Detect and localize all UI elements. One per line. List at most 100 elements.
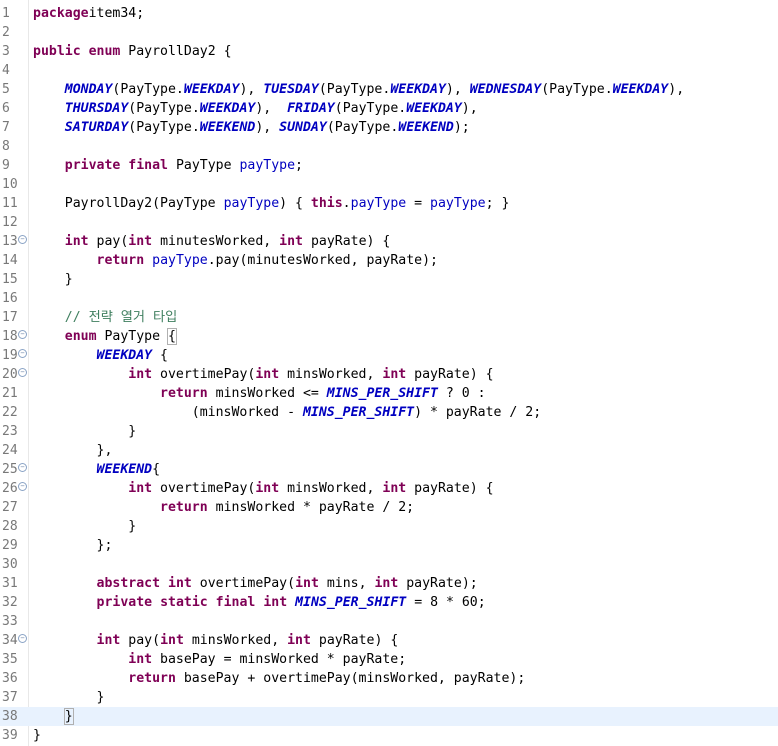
code-text[interactable]: abstract int overtimePay(int mins, int p… [33,574,478,593]
code-text[interactable]: (minsWorked - MINS_PER_SHIFT) * payRate … [33,403,541,422]
code-line[interactable]: 2 [0,23,778,42]
code-text[interactable]: int pay(int minsWorked, int payRate) { [33,631,399,650]
keyword-token: int [128,234,153,249]
code-line[interactable]: 11 PayrollDay2(PayType payType) { this.p… [0,194,778,213]
code-text[interactable]: public enum PayrollDay2 { [33,42,232,61]
code-text[interactable]: WEEKEND{ [33,460,161,479]
code-text[interactable]: THURSDAY(PayType.WEEKDAY), FRIDAY(PayTyp… [33,99,478,118]
collapse-icon[interactable]: − [18,330,27,339]
code-line[interactable]: 28 } [0,517,778,536]
code-line[interactable]: 33 [0,612,778,631]
code-line[interactable]: 38 } [0,707,778,726]
code-text[interactable]: } [33,707,74,726]
code-line[interactable]: 23 } [0,422,778,441]
code-line[interactable]: 6 THURSDAY(PayType.WEEKDAY), FRIDAY(PayT… [0,99,778,118]
code-text[interactable]: private final PayType payType; [33,156,303,175]
code-token: minsWorked, [279,367,383,382]
code-text[interactable]: int overtimePay(int minsWorked, int payR… [33,365,493,384]
code-line[interactable]: 34− int pay(int minsWorked, int payRate)… [0,631,778,650]
code-text[interactable]: MONDAY(PayType.WEEKDAY), TUESDAY(PayType… [33,80,684,99]
collapse-icon[interactable]: − [18,368,27,377]
code-line[interactable]: 30 [0,555,778,574]
code-line[interactable]: 10 [0,175,778,194]
code-text[interactable]: private static final int MINS_PER_SHIFT … [33,593,486,612]
code-text[interactable]: WEEKDAY { [33,346,168,365]
keyword-token: return [160,386,208,401]
line-number: 33 [2,614,18,629]
collapse-icon[interactable]: − [18,463,27,472]
code-text[interactable]: }, [33,441,113,460]
code-line[interactable]: 13− int pay(int minutesWorked, int payRa… [0,232,778,251]
code-line[interactable]: 16 [0,289,778,308]
code-text[interactable]: int pay(int minutesWorked, int payRate) … [33,232,391,251]
code-line[interactable]: 35 int basePay = minsWorked * payRate; [0,650,778,669]
collapse-icon[interactable]: − [18,482,27,491]
code-line[interactable]: 31 abstract int overtimePay(int mins, in… [0,574,778,593]
code-text[interactable]: } [33,726,41,745]
code-line[interactable]: 3 public enum PayrollDay2 { [0,42,778,61]
code-line[interactable]: 1 packageitem34; [0,4,778,23]
collapse-icon[interactable]: − [18,634,27,643]
code-line[interactable]: 29 }; [0,536,778,555]
collapse-icon[interactable]: − [18,349,27,358]
code-line[interactable]: 36 return basePay + overtimePay(minsWork… [0,669,778,688]
code-line[interactable]: 7 SATURDAY(PayType.WEEKEND), SUNDAY(PayT… [0,118,778,137]
code-line[interactable]: 9 private final PayType payType; [0,156,778,175]
code-line[interactable]: 4 [0,61,778,80]
code-text[interactable]: return minsWorked * payRate / 2; [33,498,414,517]
code-text[interactable]: enum PayType { [33,327,177,346]
code-token: .pay(minutesWorked, payRate); [207,253,438,268]
code-line[interactable]: 24 }, [0,441,778,460]
code-text[interactable]: return payType.pay(minutesWorked, payRat… [33,251,438,270]
code-text[interactable]: return minsWorked <= MINS_PER_SHIFT ? 0 … [33,384,486,403]
code-line[interactable]: 27 return minsWorked * payRate / 2; [0,498,778,517]
code-token: minsWorked, [183,633,288,648]
keyword-token: private [64,158,121,173]
code-line[interactable]: 26− int overtimePay(int minsWorked, int … [0,479,778,498]
code-text[interactable]: PayrollDay2(PayType payType) { this.payT… [33,194,510,213]
constant-token: MINS_PER_SHIFT [295,595,407,610]
collapse-icon[interactable]: − [18,235,27,244]
code-line[interactable]: 32 private static final int MINS_PER_SHI… [0,593,778,612]
code-text[interactable]: } [33,270,73,289]
code-line[interactable]: 17 // 전략 열거 타입 [0,308,778,327]
code-token: ) { [279,196,311,211]
code-token: (PayType. [334,101,407,116]
code-token: PayrollDay2(PayType [33,196,224,211]
code-line[interactable]: 14 return payType.pay(minutesWorked, pay… [0,251,778,270]
line-number: 15 [2,272,18,287]
code-line[interactable]: 20− int overtimePay(int minsWorked, int … [0,365,778,384]
code-line[interactable]: 15 } [0,270,778,289]
code-text[interactable]: SATURDAY(PayType.WEEKEND), SUNDAY(PayTyp… [33,118,470,137]
code-text[interactable]: int basePay = minsWorked * payRate; [33,650,406,669]
code-line[interactable]: 22 (minsWorked - MINS_PER_SHIFT) * payRa… [0,403,778,422]
code-text[interactable]: }; [33,536,113,555]
code-text[interactable]: } [33,688,105,707]
code-text[interactable]: packageitem34; [33,4,144,23]
code-line[interactable]: 37 } [0,688,778,707]
code-text[interactable]: int overtimePay(int minsWorked, int payR… [33,479,493,498]
code-line[interactable]: 21 return minsWorked <= MINS_PER_SHIFT ?… [0,384,778,403]
line-number: 17 [2,310,18,325]
code-token: payRate); [398,576,478,591]
constant-token: WEEKDAY [390,82,446,97]
code-editor[interactable]: 1 packageitem34; 2 3 public enum PayrollDay2… [0,0,778,746]
field-token: payType [430,196,486,211]
code-text[interactable]: } [33,422,136,441]
code-line[interactable]: 39} [0,726,778,745]
code-token: minsWorked * payRate / 2; [207,500,415,515]
code-line[interactable]: 18− enum PayType { [0,327,778,346]
code-text[interactable]: // 전략 열거 타입 [33,308,178,327]
line-number: 23 [2,424,18,439]
code-text[interactable]: return basePay + overtimePay(minsWorked,… [33,669,525,688]
code-text[interactable]: } [33,517,136,536]
code-line[interactable]: 25− WEEKEND{ [0,460,778,479]
code-line[interactable]: 12 [0,213,778,232]
code-line[interactable]: 19− WEEKDAY { [0,346,778,365]
keyword-token: int [96,633,121,648]
code-line[interactable]: 5 MONDAY(PayType.WEEKDAY), TUESDAY(PayTy… [0,80,778,99]
code-line[interactable]: 8 [0,137,778,156]
